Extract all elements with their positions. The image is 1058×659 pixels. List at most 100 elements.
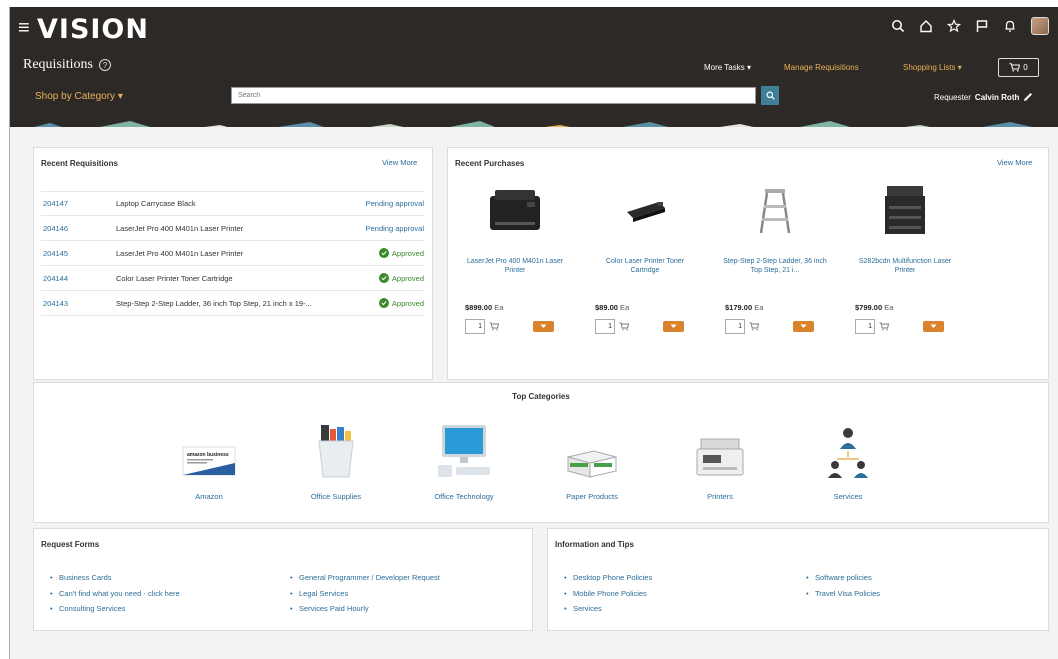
add-to-cart-button[interactable] [533, 321, 554, 332]
search-icon [765, 91, 775, 100]
category-label: Office Supplies [310, 492, 362, 501]
list-item[interactable]: Can't find what you need - click here [50, 586, 180, 602]
shop-by-category-menu[interactable]: Shop by Category ▾ [35, 91, 123, 102]
table-row[interactable]: 204147 Laptop Carrycase Black Pending ap… [41, 191, 424, 216]
panel-title: Recent Purchases [455, 159, 525, 168]
info-tips-list-right: Software policies Travel Visa Policies [806, 570, 880, 601]
top-categories-panel: Top Categories amazon business Amazon Of… [33, 382, 1049, 523]
table-row[interactable]: 204146 LaserJet Pro 400 M401n Laser Prin… [41, 216, 424, 241]
table-row[interactable]: 204145 LaserJet Pro 400 M401n Laser Prin… [41, 241, 424, 266]
list-item[interactable]: Travel Visa Policies [806, 586, 880, 602]
ladder-image[interactable] [711, 182, 839, 237]
product-name[interactable]: Step-Step 2-Step Ladder, 36 inch Top Ste… [711, 257, 839, 297]
product-price: $899.00 Ea [465, 303, 579, 312]
quantity-input[interactable] [595, 319, 615, 334]
user-avatar[interactable] [1031, 17, 1049, 35]
category-amazon[interactable]: amazon business Amazon [149, 419, 269, 501]
list-item[interactable]: Desktop Phone Policies [564, 570, 652, 586]
list-item[interactable]: Mobile Phone Policies [564, 586, 652, 602]
home-icon[interactable] [919, 19, 933, 33]
category-office-supplies[interactable]: Office Supplies [276, 419, 396, 501]
search-button[interactable] [761, 86, 779, 105]
requisitions-table: 204147 Laptop Carrycase Black Pending ap… [41, 191, 424, 316]
quantity-row [725, 319, 839, 334]
laser-printer-image[interactable] [451, 182, 579, 237]
cart-icon [1009, 63, 1021, 72]
status-badge[interactable]: Approved [352, 298, 424, 308]
flag-icon[interactable] [975, 19, 989, 33]
category-paper-products[interactable]: Paper Products [532, 419, 652, 501]
quantity-input[interactable] [725, 319, 745, 334]
status-badge[interactable]: Approved [352, 273, 424, 283]
product-name[interactable]: S282bcdn Multifunction Laser Printer [841, 257, 969, 297]
status-text: Approved [391, 248, 424, 258]
requisition-id[interactable]: 204145 [41, 249, 116, 258]
product-card: LaserJet Pro 400 M401n Laser Printer $89… [451, 182, 579, 334]
table-row[interactable]: 204144 Color Laser Printer Toner Cartrid… [41, 266, 424, 291]
table-row[interactable]: 204143 Step-Step 2-Step Ladder, 36 inch … [41, 291, 424, 316]
product-name[interactable]: LaserJet Pro 400 M401n Laser Printer [451, 257, 579, 297]
cart-icon[interactable] [749, 322, 759, 331]
quantity-row [465, 319, 579, 334]
requester-name: Calvin Roth [974, 92, 1020, 102]
product-price: $89.00 Ea [595, 303, 709, 312]
status-badge[interactable]: Pending approval [352, 224, 424, 233]
requisition-id[interactable]: 204147 [41, 199, 116, 208]
status-badge[interactable]: Approved [352, 248, 424, 258]
cart-icon[interactable] [879, 322, 889, 331]
price-value: $899.00 [465, 303, 493, 312]
product-name[interactable]: Color Laser Printer Toner Cartridge [581, 257, 709, 297]
toner-cartridge-image[interactable] [581, 182, 709, 237]
paper-ream-image [532, 419, 652, 479]
product-price: $179.00 Ea [725, 303, 839, 312]
printer-image [660, 419, 780, 479]
requisition-id[interactable]: 204143 [41, 299, 116, 308]
cart-icon[interactable] [489, 322, 499, 331]
status-badge[interactable]: Pending approval [352, 199, 424, 208]
multifunction-printer-image[interactable] [841, 182, 969, 237]
add-to-cart-button[interactable] [793, 321, 814, 332]
list-item[interactable]: Services [564, 601, 652, 617]
bell-icon[interactable] [1003, 19, 1017, 33]
edit-pencil-icon[interactable] [1023, 92, 1033, 102]
cart-icon[interactable] [619, 322, 629, 331]
list-item[interactable]: Software policies [806, 570, 880, 586]
quantity-input[interactable] [465, 319, 485, 334]
panel-title: Information and Tips [555, 540, 634, 549]
requisition-description: LaserJet Pro 400 M401n Laser Printer [116, 248, 244, 258]
requisition-id[interactable]: 204144 [41, 274, 116, 283]
requisition-id[interactable]: 204146 [41, 224, 116, 233]
category-label: Amazon [195, 492, 223, 501]
app-logo[interactable]: VISION [37, 14, 149, 45]
view-more-link[interactable]: View More [997, 158, 1032, 167]
hamburger-icon[interactable]: ≡ [18, 18, 30, 38]
shopping-lists-menu[interactable]: Shopping Lists ▾ [903, 63, 962, 72]
panel-title: Request Forms [41, 540, 100, 549]
add-to-cart-button[interactable] [923, 321, 944, 332]
search-icon[interactable] [891, 19, 905, 33]
recent-purchases-panel: Recent Purchases View More LaserJet Pro … [447, 147, 1049, 380]
list-item[interactable]: Legal Services [290, 586, 440, 602]
add-to-cart-button[interactable] [663, 321, 684, 332]
header: ≡ VISION Requisitions ? More Tasks ▾ Man… [10, 7, 1058, 127]
chevron-down-icon [800, 324, 807, 328]
more-tasks-menu[interactable]: More Tasks ▾ [704, 63, 751, 72]
list-item[interactable]: Consulting Services [50, 601, 180, 617]
search-input[interactable] [231, 87, 756, 104]
quantity-input[interactable] [855, 319, 875, 334]
quantity-row [855, 319, 969, 334]
check-circle-icon [378, 273, 389, 283]
category-office-technology[interactable]: Office Technology [404, 419, 524, 501]
help-icon[interactable]: ? [99, 59, 112, 71]
list-item[interactable]: General Programmer / Developer Request [290, 570, 440, 586]
category-services[interactable]: Services [788, 419, 908, 501]
cart-button[interactable]: 0 [998, 58, 1039, 77]
manage-requisitions-link[interactable]: Manage Requisitions [784, 63, 859, 72]
star-icon[interactable] [947, 19, 961, 33]
list-item[interactable]: Business Cards [50, 570, 180, 586]
list-item[interactable]: Services Paid Hourly [290, 601, 440, 617]
category-label: Printers [707, 492, 733, 501]
requester: Requester Calvin Roth [934, 92, 1033, 102]
category-printers[interactable]: Printers [660, 419, 780, 501]
view-more-link[interactable]: View More [382, 158, 417, 167]
